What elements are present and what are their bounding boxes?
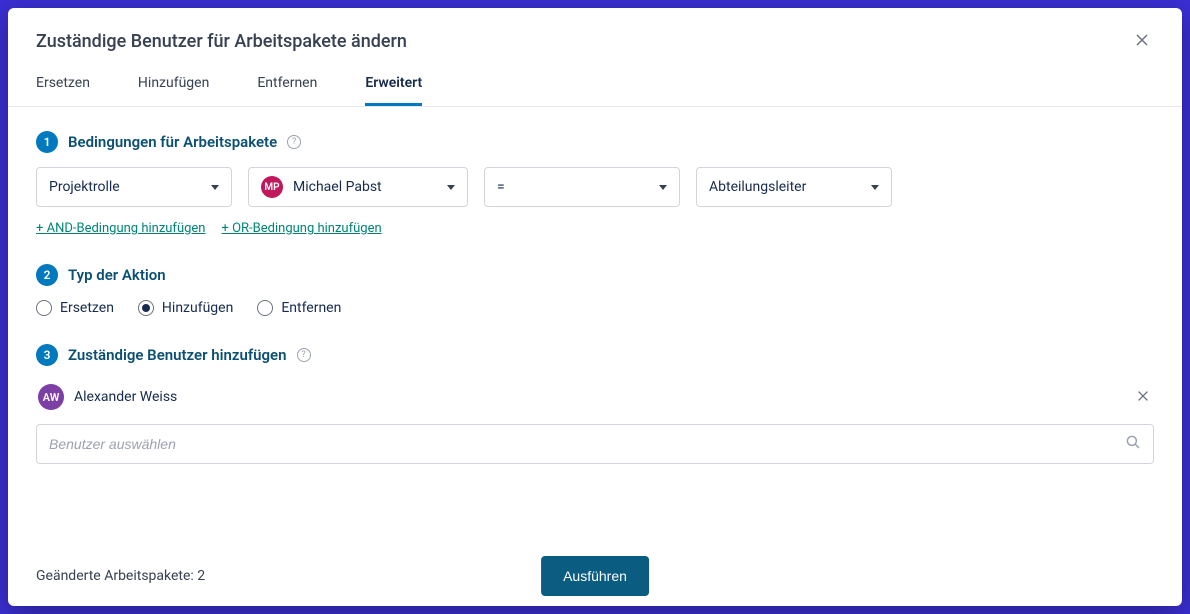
select-field-value: Projektrolle [49, 179, 120, 195]
search-icon [1124, 433, 1142, 455]
user-search-input[interactable] [36, 424, 1154, 464]
selected-user-chip: AW Alexander Weiss [36, 380, 1154, 414]
radio-remove-label: Entfernen [281, 300, 341, 316]
tab-remove[interactable]: Entfernen [257, 75, 317, 106]
select-operator[interactable]: = [484, 167, 680, 207]
radio-remove[interactable]: Entfernen [257, 300, 341, 316]
radio-icon [138, 300, 154, 316]
dialog-footer: Geänderte Arbeitspakete: 2 Ausführen [8, 550, 1182, 606]
changed-count: Geänderte Arbeitspakete: 2 [36, 568, 205, 584]
avatar: MP [261, 176, 283, 198]
tab-advanced[interactable]: Erweitert [365, 75, 422, 106]
changed-count-value: 2 [197, 568, 205, 584]
select-user-value: Michael Pabst [293, 179, 382, 195]
chevron-down-icon [211, 185, 219, 190]
changed-count-label: Geänderte Arbeitspakete: [36, 568, 197, 584]
step2-header: 2 Typ der Aktion [36, 264, 1154, 286]
tab-replace[interactable]: Ersetzen [36, 75, 90, 106]
close-button[interactable] [1130, 28, 1154, 55]
dialog-header: Zuständige Benutzer für Arbeitspakete än… [8, 8, 1182, 61]
step-number-1: 1 [36, 131, 58, 153]
dialog: Zuständige Benutzer für Arbeitspakete än… [8, 8, 1182, 606]
step3-title: Zuständige Benutzer hinzufügen [68, 346, 287, 364]
dialog-title: Zuständige Benutzer für Arbeitspakete än… [36, 31, 407, 52]
select-value-text: Abteilungsleiter [709, 179, 806, 195]
condition-row: Projektrolle MP Michael Pabst = Abteilun… [36, 167, 1154, 207]
select-operator-value: = [497, 179, 505, 195]
radio-add[interactable]: Hinzufügen [138, 300, 233, 316]
select-value[interactable]: Abteilungsleiter [696, 167, 892, 207]
select-user[interactable]: MP Michael Pabst [248, 167, 468, 207]
radio-icon [257, 300, 273, 316]
radio-replace-label: Ersetzen [60, 300, 114, 316]
radio-replace[interactable]: Ersetzen [36, 300, 114, 316]
chevron-down-icon [871, 185, 879, 190]
add-and-condition-link[interactable]: + AND-Bedingung hinzufügen [36, 221, 206, 236]
step1-title: Bedingungen für Arbeitspakete [68, 133, 277, 151]
run-button[interactable]: Ausführen [541, 556, 649, 596]
remove-user-button[interactable] [1136, 389, 1150, 406]
chevron-down-icon [659, 185, 667, 190]
help-icon[interactable]: ? [297, 348, 311, 362]
action-type-radios: Ersetzen Hinzufügen Entfernen [36, 300, 1154, 316]
add-or-condition-link[interactable]: + OR-Bedingung hinzufügen [222, 221, 382, 236]
select-field[interactable]: Projektrolle [36, 167, 232, 207]
step-number-3: 3 [36, 344, 58, 366]
radio-icon [36, 300, 52, 316]
step2-title: Typ der Aktion [68, 266, 166, 284]
chevron-down-icon [447, 185, 455, 190]
step3-header: 3 Zuständige Benutzer hinzufügen ? [36, 344, 1154, 366]
content: 1 Bedingungen für Arbeitspakete ? Projek… [8, 107, 1182, 550]
close-icon [1136, 391, 1150, 406]
avatar: AW [38, 384, 64, 410]
step1-header: 1 Bedingungen für Arbeitspakete ? [36, 131, 1154, 153]
condition-links: + AND-Bedingung hinzufügen + OR-Bedingun… [36, 221, 1154, 236]
close-icon [1134, 36, 1150, 51]
radio-add-label: Hinzufügen [162, 300, 233, 316]
selected-user-name: Alexander Weiss [74, 389, 177, 405]
tabs: Ersetzen Hinzufügen Entfernen Erweitert [8, 61, 1182, 107]
step-number-2: 2 [36, 264, 58, 286]
user-search [36, 424, 1154, 464]
help-icon[interactable]: ? [287, 135, 301, 149]
tab-add[interactable]: Hinzufügen [138, 75, 209, 106]
